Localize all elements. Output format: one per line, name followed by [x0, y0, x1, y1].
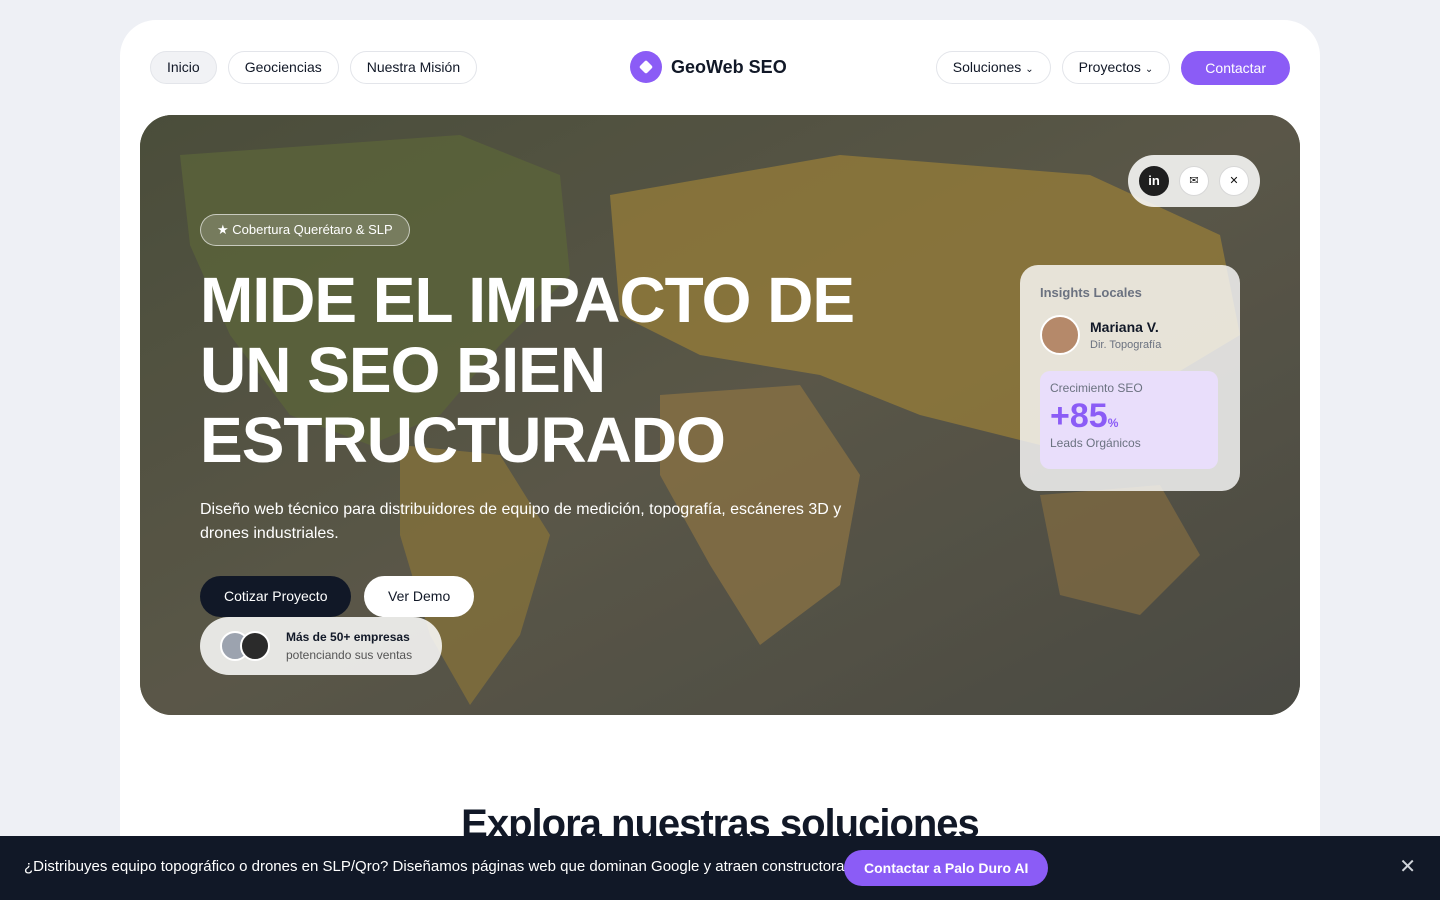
diamond-icon — [630, 51, 662, 83]
x-icon[interactable]: ✕ — [1219, 166, 1249, 196]
quote-button[interactable]: Cotizar Proyecto — [200, 576, 352, 617]
chevron-down-icon: ⌄ — [1144, 64, 1154, 75]
avatar — [240, 631, 270, 661]
nav-mision[interactable]: Nuestra Misión — [349, 51, 478, 84]
brand-name: GeoWeb SEO — [671, 56, 787, 77]
linkedin-icon[interactable]: in — [1139, 166, 1169, 196]
nav-proyectos-label: Proyectos — [1078, 59, 1141, 75]
proof-title: Más de 50+ empresas — [286, 630, 410, 644]
insights-user: Mariana V. Dir. Topografía — [1040, 315, 1161, 355]
promo-banner: ¿Distribuyes equipo topográfico o drones… — [0, 836, 1440, 900]
brand-logo[interactable]: GeoWeb SEO — [630, 51, 787, 83]
headline-line-3: ESTRUCTURADO — [200, 404, 726, 476]
insights-card: Insights Locales Mariana V. Dir. Topogra… — [1020, 265, 1240, 491]
coverage-badge: ★ Cobertura Querétaro & SLP — [200, 214, 410, 246]
nav-soluciones-label: Soluciones — [952, 59, 1022, 75]
mail-icon[interactable]: ✉ — [1179, 166, 1209, 196]
insights-title: Insights Locales — [1040, 285, 1142, 300]
contact-button[interactable]: Contactar — [1181, 51, 1290, 85]
chevron-down-icon: ⌄ — [1025, 64, 1034, 75]
demo-button[interactable]: Ver Demo — [364, 576, 475, 617]
banner-text: ¿Distribuyes equipo topográfico o drones… — [24, 858, 857, 875]
social-proof: Más de 50+ empresas potenciando sus vent… — [200, 617, 442, 675]
user-role: Dir. Topografía — [1090, 339, 1162, 351]
banner-contact-button[interactable]: Contactar a Palo Duro AI — [844, 850, 1049, 886]
nav-right: Soluciones ⌄ Proyectos ⌄ Contactar — [935, 51, 1290, 85]
hero: in ✉ ✕ ★ Cobertura Querétaro & SLP MIDE … — [140, 115, 1300, 715]
page-frame: Inicio Geociencias Nuestra Misión GeoWeb… — [120, 20, 1320, 900]
hero-subtitle: Diseño web técnico para distribuidores d… — [200, 501, 842, 542]
nav-soluciones[interactable]: Soluciones ⌄ — [935, 51, 1051, 84]
metric-value: +85% — [1050, 397, 1208, 436]
user-name: Mariana V. — [1090, 319, 1159, 335]
nav-left: Inicio Geociencias Nuestra Misión — [150, 51, 478, 84]
metric-number: +85 — [1050, 397, 1108, 435]
proof-subtitle: potenciando sus ventas — [286, 648, 413, 662]
headline-line-2: UN SEO BIEN — [200, 334, 606, 406]
social-links: in ✉ ✕ — [1128, 155, 1260, 207]
nav-proyectos[interactable]: Proyectos ⌄ — [1061, 51, 1171, 84]
metric-label: Crecimiento SEO — [1050, 381, 1143, 395]
metric-box: Crecimiento SEO +85% Leads Orgánicos — [1040, 371, 1218, 469]
hero-headline: MIDE EL IMPACTO DE UN SEO BIEN ESTRUCTUR… — [200, 265, 960, 475]
nav-geociencias[interactable]: Geociencias — [227, 51, 339, 84]
metric-unit: % — [1107, 416, 1119, 430]
metric-sub: Leads Orgánicos — [1050, 436, 1141, 450]
headline-line-1: MIDE EL IMPACTO DE — [200, 264, 855, 336]
close-icon[interactable]: ✕ — [1399, 854, 1416, 879]
nav-inicio[interactable]: Inicio — [150, 51, 217, 84]
avatar — [1040, 315, 1080, 355]
